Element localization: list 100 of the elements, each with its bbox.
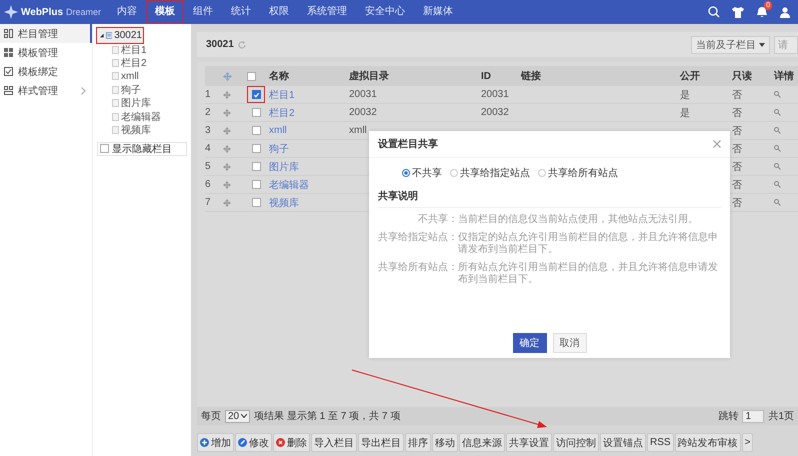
logo-icon xyxy=(4,5,18,19)
share-option[interactable]: 不共享 xyxy=(402,166,442,180)
sidebar-item[interactable]: 模板管理 xyxy=(0,43,92,62)
move-icon[interactable] xyxy=(223,126,231,134)
toolbar-button[interactable]: 共享设置 xyxy=(506,433,552,452)
select-all-checkbox[interactable] xyxy=(247,72,256,80)
page-total: 共1页 xyxy=(768,410,794,423)
toolbar-button[interactable]: 移动 xyxy=(432,433,458,452)
tree-node[interactable]: 视频库 xyxy=(97,123,187,137)
table-cell-text: 是 xyxy=(680,106,691,120)
nav-tab[interactable]: 模板 xyxy=(146,0,184,24)
toolbar-button[interactable]: 信息来源 xyxy=(459,433,505,452)
columns-icon xyxy=(4,29,13,38)
move-icon[interactable] xyxy=(223,198,231,206)
row-checkbox[interactable] xyxy=(252,126,260,135)
toolbar-button[interactable]: 跨站发布审核 xyxy=(674,433,741,452)
table-cell-text: 否 xyxy=(732,88,743,102)
confirm-button[interactable]: 确定 xyxy=(512,333,546,353)
sidebar-label: 栏目管理 xyxy=(18,28,58,40)
tree-node[interactable]: 栏目1 xyxy=(97,43,187,56)
sidebar-item[interactable]: 样式管理 xyxy=(0,81,92,100)
row-number: 6 xyxy=(205,179,212,190)
breadcrumb: 30021 xyxy=(206,39,234,50)
cancel-button[interactable]: 取消 xyxy=(552,333,586,353)
tree-node[interactable]: 30021 xyxy=(97,28,143,43)
sidebar-label: 模板绑定 xyxy=(18,66,58,78)
nav-tab[interactable]: 权限 xyxy=(260,0,298,24)
toolbar-button[interactable]: 排序 xyxy=(405,433,431,452)
table-cell-text: 20032 xyxy=(481,107,510,118)
shirt-icon[interactable] xyxy=(732,6,744,18)
row-checkbox[interactable] xyxy=(252,108,260,117)
row-checkbox[interactable] xyxy=(252,144,260,153)
move-icon[interactable] xyxy=(223,90,231,98)
move-icon[interactable] xyxy=(223,72,232,80)
column-header: 虚拟目录 xyxy=(349,70,390,83)
sidebar-item[interactable]: 模板绑定 xyxy=(0,62,92,81)
share-option[interactable]: 共享给指定站点 xyxy=(450,166,530,180)
move-icon[interactable] xyxy=(223,180,231,188)
column-header: 公开 xyxy=(680,70,701,83)
tree-node[interactable]: 图片库 xyxy=(97,96,187,110)
tree-node[interactable]: 栏目2 xyxy=(97,56,187,70)
nav-tab[interactable]: 统计 xyxy=(222,0,260,24)
page-input[interactable]: 1 xyxy=(742,410,764,422)
row-checkbox[interactable] xyxy=(252,198,260,207)
search-icon[interactable] xyxy=(708,6,720,18)
move-icon[interactable] xyxy=(223,108,231,116)
share-option[interactable]: 共享给所有站点 xyxy=(538,166,618,180)
table-cell-text: 20032 xyxy=(349,107,378,118)
note-text: 仅指定的站点允许引用当前栏目的信息，并且允许将信息申请发布到当前栏目下。 xyxy=(458,232,719,256)
row-number: 2 xyxy=(205,107,212,118)
table-cell-text: 20031 xyxy=(481,89,510,100)
table-cell-text: 否 xyxy=(732,124,743,138)
nav-tab[interactable]: 安全中心 xyxy=(356,0,414,24)
close-icon xyxy=(276,438,285,447)
row-number: 4 xyxy=(205,143,212,154)
move-icon[interactable] xyxy=(223,162,231,170)
row-checkbox[interactable] xyxy=(252,162,260,171)
toolbar-button[interactable]: 修改 xyxy=(235,433,272,452)
check-square-icon xyxy=(4,67,13,76)
toolbar-button[interactable]: 删除 xyxy=(273,433,310,452)
toolbar-button[interactable]: 导入栏目 xyxy=(311,433,357,452)
note-label: 不共享： xyxy=(417,214,458,226)
refresh-icon[interactable] xyxy=(238,40,246,48)
grid-icon xyxy=(4,48,13,57)
nav-tab[interactable]: 系统管理 xyxy=(298,0,356,24)
bell-icon[interactable] xyxy=(756,6,768,18)
row-checkbox[interactable] xyxy=(252,90,260,99)
row-checkbox[interactable] xyxy=(252,180,260,189)
toolbar-button[interactable]: 导出栏目 xyxy=(358,433,404,452)
toolbar-button[interactable]: 增加 xyxy=(197,433,234,452)
nav-tab[interactable]: 组件 xyxy=(184,0,222,24)
move-icon[interactable] xyxy=(223,144,231,152)
plus-icon xyxy=(200,438,209,447)
pencil-icon xyxy=(238,438,247,447)
table-cell-text: 否 xyxy=(732,196,743,210)
tree-node[interactable]: 狗子 xyxy=(97,83,187,97)
section-title: 共享说明 xyxy=(378,189,721,208)
scope-dropdown[interactable]: 当前及子栏目 xyxy=(691,36,770,54)
toolbar-button[interactable]: 设置锚点 xyxy=(600,433,646,452)
toolbar-button[interactable]: > xyxy=(742,433,754,452)
table-cell-text: 否 xyxy=(732,106,743,120)
toolbar-button[interactable]: 访问控制 xyxy=(553,433,599,452)
caret-icon xyxy=(759,42,765,46)
tree-node[interactable]: 老编辑器 xyxy=(97,110,187,124)
note-label: 共享给所有站点： xyxy=(378,262,458,275)
table-cell-text: 否 xyxy=(732,160,743,174)
table-cell-text: xmll xyxy=(349,125,368,136)
logo-text: WebPlus xyxy=(21,6,64,18)
tree-node[interactable]: xmll xyxy=(97,70,187,84)
column-header: 详情 xyxy=(774,69,795,83)
sidebar-item[interactable]: 栏目管理 xyxy=(0,24,92,43)
nav-tab[interactable]: 内容 xyxy=(108,0,146,24)
show-hidden-checkbox[interactable]: 显示隐藏栏目 xyxy=(97,142,187,156)
close-icon[interactable] xyxy=(713,140,721,148)
table-cell-text: 否 xyxy=(732,178,743,192)
user-icon[interactable] xyxy=(780,6,790,18)
page-size-select[interactable]: 20 xyxy=(225,410,250,422)
toolbar-button[interactable]: RSS xyxy=(647,433,674,452)
nav-tab[interactable]: 新媒体 xyxy=(414,0,462,24)
jump-label: 跳转 xyxy=(718,410,738,423)
